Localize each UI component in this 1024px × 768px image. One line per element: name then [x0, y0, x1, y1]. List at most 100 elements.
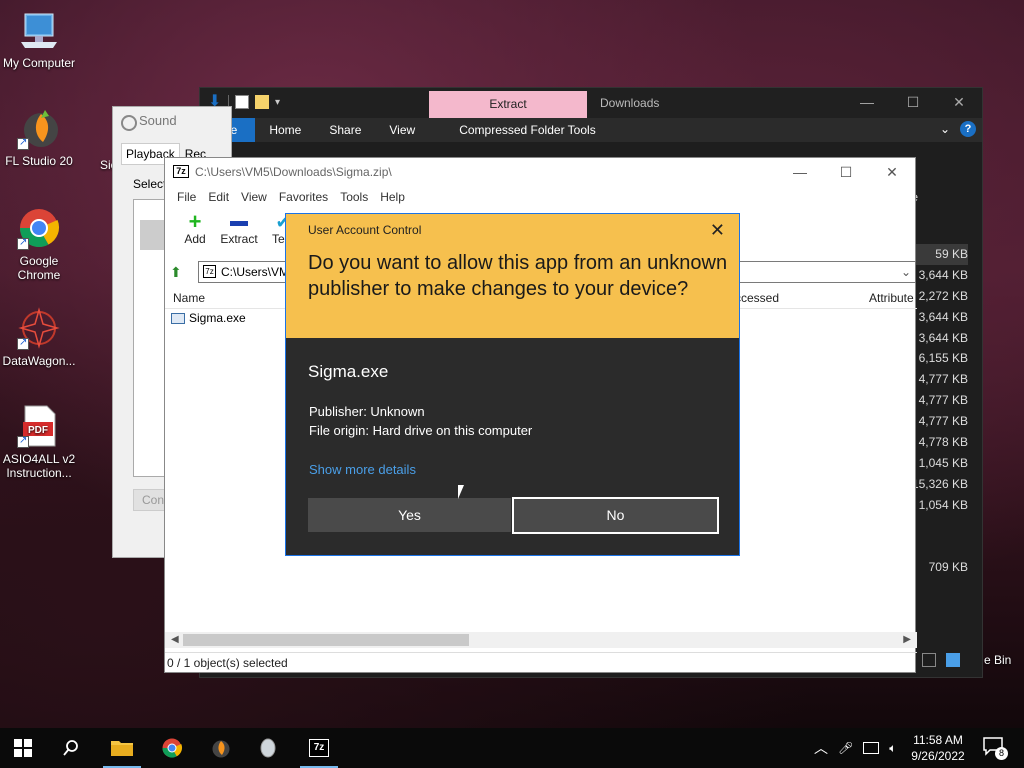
- maximize-button[interactable]: ☐: [890, 88, 936, 118]
- explorer-titlebar[interactable]: ⬇ ▾ Extract Downloads — ☐ ✕: [200, 88, 982, 118]
- chrome-icon: [17, 206, 61, 250]
- chevron-up-icon[interactable]: ︿: [814, 738, 828, 758]
- 7zip-logo-icon: 7z: [173, 165, 189, 178]
- ribbon-expand-chevron-icon[interactable]: ⌄: [940, 122, 950, 136]
- scroll-right-icon[interactable]: ▶: [903, 632, 911, 648]
- close-button[interactable]: ✕: [936, 88, 982, 118]
- tab-share[interactable]: Share: [315, 123, 375, 137]
- no-button[interactable]: No: [512, 497, 719, 534]
- menu-view[interactable]: View: [235, 190, 273, 204]
- large-icons-view-icon[interactable]: [946, 653, 960, 667]
- file-size[interactable]: 3,644 KB: [908, 328, 968, 349]
- taskbar-app[interactable]: [245, 728, 291, 768]
- tab-view[interactable]: View: [375, 123, 429, 137]
- menu-edit[interactable]: Edit: [202, 190, 235, 204]
- view-toggle-group: [914, 649, 982, 671]
- column-name[interactable]: Name: [173, 291, 205, 305]
- desktop-icon-fl-studio[interactable]: FL Studio 20: [0, 106, 78, 168]
- desktop-icon-label: FL Studio 20: [5, 154, 73, 168]
- menu-tools[interactable]: Tools: [334, 190, 374, 204]
- desktop-icon-google-chrome[interactable]: Google Chrome: [0, 206, 78, 282]
- tab-home[interactable]: Home: [255, 123, 315, 137]
- clock[interactable]: 11:58 AM 9/26/2022: [902, 732, 974, 764]
- details-view-icon[interactable]: [922, 653, 936, 667]
- chevron-down-icon[interactable]: ⌄: [901, 262, 911, 282]
- column-attributes[interactable]: Attribute: [869, 291, 914, 305]
- properties-icon[interactable]: [235, 95, 249, 109]
- start-button[interactable]: [0, 728, 46, 768]
- file-size[interactable]: 4,777 KB: [908, 390, 968, 411]
- file-explorer-icon: [111, 741, 133, 756]
- taskbar-7zip[interactable]: 7z: [296, 728, 342, 768]
- up-folder-icon[interactable]: ⬆: [170, 263, 188, 281]
- shortcut-arrow-icon: [17, 434, 29, 448]
- desktop-icon-my-computer[interactable]: My Computer: [0, 8, 78, 70]
- file-size[interactable]: 1,045 KB: [908, 453, 968, 474]
- new-folder-icon[interactable]: [255, 95, 269, 109]
- network-icon[interactable]: [863, 742, 880, 754]
- desktop-icon-asio4all[interactable]: PDF ASIO4ALL v2 Instruction...: [0, 404, 78, 480]
- chrome-icon: [162, 738, 183, 758]
- uac-header: User Account Control ✕ Do you want to al…: [286, 214, 739, 338]
- volume-icon[interactable]: 🔈︎: [889, 741, 896, 756]
- desktop-icon-label: DataWagon...: [2, 354, 76, 368]
- microphone-icon[interactable]: 🎤︎: [838, 741, 853, 755]
- customize-chevron-icon[interactable]: ▾: [275, 97, 280, 108]
- help-icon[interactable]: ?: [960, 121, 976, 137]
- tab-extract[interactable]: Extract: [429, 91, 587, 118]
- taskbar-file-explorer[interactable]: [99, 728, 145, 768]
- taskbar-chrome[interactable]: [149, 728, 195, 768]
- clock-date: 9/26/2022: [911, 749, 965, 763]
- sound-title: Sound: [113, 107, 231, 135]
- minimize-button[interactable]: —: [777, 158, 823, 186]
- file-size[interactable]: 3,644 KB: [908, 265, 968, 286]
- uac-question: Do you want to allow this app from an un…: [308, 252, 728, 300]
- search-button[interactable]: [48, 728, 94, 768]
- horizontal-scrollbar[interactable]: ◀ ▶: [165, 632, 917, 648]
- minus-icon: [217, 212, 261, 232]
- file-size[interactable]: 59 KB: [908, 244, 968, 265]
- shortcut-arrow-icon: [17, 136, 29, 150]
- tab-compressed-folder-tools[interactable]: Compressed Folder Tools: [429, 123, 610, 137]
- file-size[interactable]: 3,644 KB: [908, 307, 968, 328]
- app-icon: [260, 738, 276, 758]
- file-size[interactable]: 709 KB: [908, 557, 968, 578]
- menu-help[interactable]: Help: [374, 190, 411, 204]
- desktop-icon-datawagon[interactable]: DataWagon...: [0, 306, 78, 368]
- show-more-details-link[interactable]: Show more details: [309, 462, 416, 477]
- column-accessed[interactable]: ccessed: [735, 291, 779, 305]
- close-button[interactable]: ✕: [869, 158, 915, 186]
- maximize-button[interactable]: ☐: [823, 158, 869, 186]
- add-button[interactable]: + Add: [173, 208, 217, 252]
- menu-bar: File Edit View Favorites Tools Help: [165, 186, 915, 208]
- uac-dialog[interactable]: User Account Control ✕ Do you want to al…: [285, 213, 740, 556]
- system-tray: ︿ 🎤︎ 🔈︎: [814, 728, 896, 768]
- desktop-icon-label: My Computer: [2, 56, 76, 70]
- file-size[interactable]: 1,054 KB: [908, 495, 968, 516]
- notification-center-button[interactable]: 8: [982, 736, 1008, 760]
- scroll-thumb[interactable]: [183, 634, 469, 646]
- clock-time: 11:58 AM: [913, 733, 963, 747]
- file-size[interactable]: 2,272 KB: [908, 286, 968, 307]
- fl-studio-icon: [17, 106, 61, 150]
- desktop-icon-label: ASIO4ALL v2 Instruction...: [2, 452, 76, 480]
- taskbar-fl-studio[interactable]: [197, 728, 243, 768]
- menu-file[interactable]: File: [171, 190, 202, 204]
- menu-favorites[interactable]: Favorites: [273, 190, 334, 204]
- shortcut-arrow-icon: [17, 236, 29, 250]
- list-item[interactable]: Sigma.exe: [171, 311, 246, 325]
- uac-file-origin: File origin: Hard drive on this computer: [309, 423, 533, 438]
- close-icon[interactable]: ✕: [710, 220, 725, 241]
- file-size[interactable]: 6,155 KB: [908, 348, 968, 369]
- minimize-button[interactable]: —: [844, 88, 890, 118]
- extract-button[interactable]: Extract: [217, 208, 261, 252]
- file-size[interactable]: 4,778 KB: [908, 432, 968, 453]
- 7zip-titlebar[interactable]: 7z C:\Users\VM5\Downloads\Sigma.zip\ — ☐…: [165, 158, 915, 186]
- scroll-left-icon[interactable]: ◀: [171, 632, 179, 648]
- yes-button[interactable]: Yes: [308, 498, 511, 532]
- file-size[interactable]: 4,777 KB: [908, 369, 968, 390]
- explorer-title: Downloads: [600, 96, 660, 110]
- file-size[interactable]: 15,326 KB: [908, 474, 968, 495]
- select-instructions: Select: [133, 177, 167, 191]
- file-size[interactable]: 4,777 KB: [908, 411, 968, 432]
